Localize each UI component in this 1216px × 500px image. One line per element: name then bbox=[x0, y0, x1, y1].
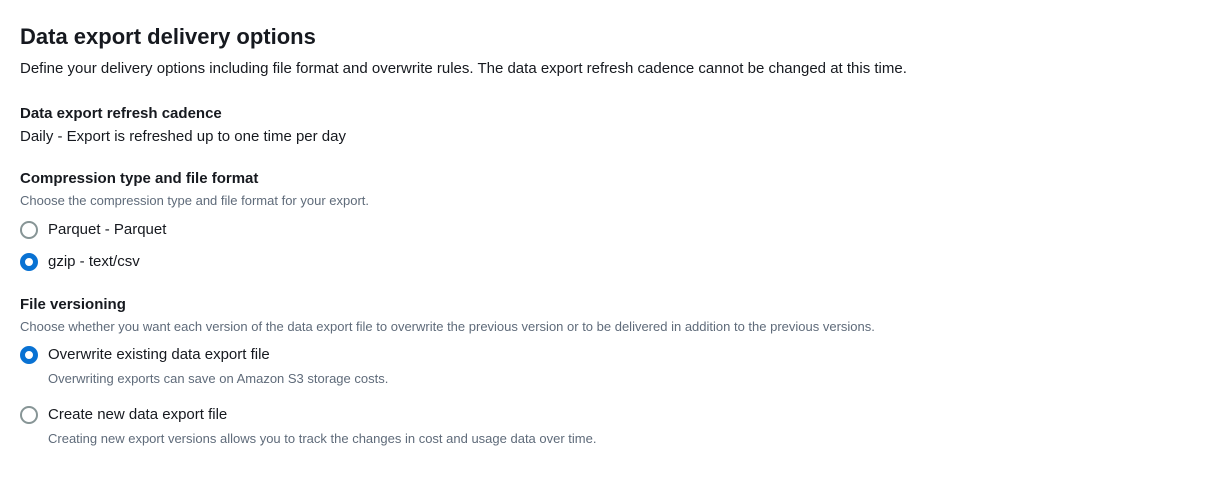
section-description: Define your delivery options including f… bbox=[20, 58, 1196, 81]
refresh-cadence-label: Data export refresh cadence bbox=[20, 105, 1196, 122]
versioning-label: File versioning bbox=[20, 296, 1196, 313]
radio-icon bbox=[20, 406, 38, 424]
versioning-radio-list: Overwrite existing data export file Over… bbox=[20, 344, 1196, 448]
radio-description: Overwriting exports can save on Amazon S… bbox=[48, 369, 388, 389]
compression-label: Compression type and file format bbox=[20, 170, 1196, 187]
radio-description: Creating new export versions allows you … bbox=[48, 429, 596, 449]
radio-text: Create new data export file Creating new… bbox=[48, 404, 596, 448]
versioning-option-overwrite[interactable]: Overwrite existing data export file Over… bbox=[20, 344, 1196, 388]
radio-label: gzip - text/csv bbox=[48, 251, 140, 274]
radio-icon bbox=[20, 346, 38, 364]
section-title: Data export delivery options bbox=[20, 24, 1196, 50]
radio-label: Overwrite existing data export file bbox=[48, 344, 388, 367]
compression-radio-list: Parquet - Parquet gzip - text/csv bbox=[20, 219, 1196, 274]
radio-label: Create new data export file bbox=[48, 404, 596, 427]
compression-group: Compression type and file format Choose … bbox=[20, 170, 1196, 274]
radio-icon bbox=[20, 253, 38, 271]
radio-icon bbox=[20, 221, 38, 239]
radio-label: Parquet - Parquet bbox=[48, 219, 166, 242]
radio-text: Overwrite existing data export file Over… bbox=[48, 344, 388, 388]
versioning-hint: Choose whether you want each version of … bbox=[20, 317, 1196, 337]
refresh-cadence-group: Data export refresh cadence Daily - Expo… bbox=[20, 105, 1196, 149]
refresh-cadence-value: Daily - Export is refreshed up to one ti… bbox=[20, 126, 1196, 149]
versioning-group: File versioning Choose whether you want … bbox=[20, 296, 1196, 449]
versioning-option-create-new[interactable]: Create new data export file Creating new… bbox=[20, 404, 1196, 448]
compression-option-gzip[interactable]: gzip - text/csv bbox=[20, 251, 1196, 274]
compression-option-parquet[interactable]: Parquet - Parquet bbox=[20, 219, 1196, 242]
radio-text: gzip - text/csv bbox=[48, 251, 140, 274]
compression-hint: Choose the compression type and file for… bbox=[20, 191, 1196, 211]
radio-text: Parquet - Parquet bbox=[48, 219, 166, 242]
